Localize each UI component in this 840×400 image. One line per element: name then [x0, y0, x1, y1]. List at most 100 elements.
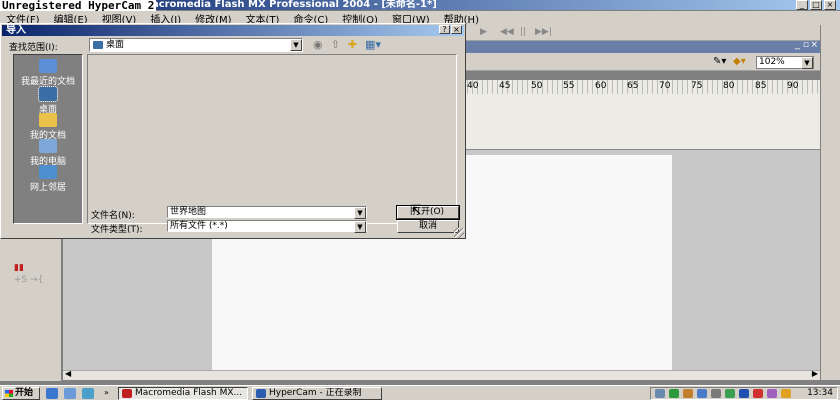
taskbar: 开始 » Macromedia Flash MX... HyperCam - 正…	[0, 385, 840, 400]
edit-symbol-icon[interactable]: ✎▾	[713, 56, 726, 67]
panel-restore-icon[interactable]: ▫	[803, 40, 809, 50]
tray-chat-icon[interactable]	[725, 389, 735, 398]
tool-icon[interactable]: ▮▮	[14, 263, 24, 273]
place-recent[interactable]: 我最近的文档	[14, 59, 82, 87]
my-documents-icon	[39, 113, 57, 127]
play-icon[interactable]: ▶	[480, 27, 487, 37]
task-label: Macromedia Flash MX...	[135, 388, 243, 398]
ruler-number: 80	[723, 81, 735, 91]
dialog-title-bar: 导入	[2, 25, 464, 36]
start-button[interactable]: 开始	[2, 387, 40, 400]
tray-ime-icon[interactable]	[767, 389, 777, 398]
ruler-number: 65	[627, 81, 639, 91]
look-in-label: 查找范围(I):	[9, 43, 58, 53]
view-menu-icon[interactable]: ▦▾	[365, 38, 381, 51]
start-label: 开始	[15, 388, 34, 398]
tray-security-icon[interactable]	[669, 389, 679, 398]
chevron-down-icon: ▼	[354, 221, 366, 233]
network-places-icon	[39, 165, 57, 179]
scroll-left-icon[interactable]: ◀	[65, 369, 71, 378]
quick-launch-media-icon[interactable]	[82, 388, 94, 399]
file-name-value: 世界地图	[170, 207, 207, 217]
open-button[interactable]: 打开(O)	[396, 205, 460, 220]
task-hypercam[interactable]: HyperCam - 正在录制	[252, 387, 382, 400]
resize-grip[interactable]	[454, 228, 464, 238]
new-folder-icon[interactable]: ✚	[348, 38, 357, 51]
windows-logo-icon	[5, 390, 13, 397]
help-button[interactable]: ?	[439, 25, 450, 34]
step-back-icon[interactable]: ◀◀	[500, 27, 514, 37]
horizontal-scrollbar[interactable]: ◀ ▶	[63, 369, 820, 380]
taskbar-separator: »	[104, 388, 109, 397]
place-my-documents[interactable]: 我的文档	[14, 113, 82, 141]
system-tray: 13:34	[650, 387, 838, 400]
quick-launch-desktop-icon[interactable]	[64, 388, 76, 399]
ruler-number: 90	[787, 81, 799, 91]
ruler-number: 40	[467, 81, 479, 91]
import-dialog: 导入 ? × 查找范围(I): 桌面 ▼ ◉ ⇧ ✚ ▦▾ 我最近的文档 桌面 …	[0, 23, 466, 239]
tray-app-icon[interactable]	[683, 389, 693, 398]
task-flash[interactable]: Macromedia Flash MX...	[118, 387, 248, 400]
flash-icon	[122, 389, 132, 398]
window-controls: _ □ ×	[796, 0, 836, 10]
file-name-input[interactable]: 世界地图 ▼	[167, 206, 367, 219]
file-type-label: 文件类型(T):	[91, 225, 143, 235]
pause-icon[interactable]: ||	[520, 27, 526, 37]
panel-close-icon[interactable]: ×	[810, 40, 818, 50]
edit-scene-icon[interactable]: ◆▾	[733, 56, 746, 67]
quick-launch-ie-icon[interactable]	[46, 388, 58, 399]
file-type-select[interactable]: 所有文件 (*.*) ▼	[167, 220, 367, 233]
dialog-nav-tools: ◉ ⇧ ✚ ▦▾	[313, 38, 381, 51]
hypercam-watermark: Unregistered HyperCam 2	[0, 0, 157, 12]
tray-antivirus-icon[interactable]	[753, 389, 763, 398]
ruler-number: 75	[691, 81, 703, 91]
timeline-ruler: 40 45 50 55 60 65 70 75 80 85 90	[463, 80, 820, 94]
ruler-number: 45	[499, 81, 511, 91]
look-in-value: 桌面	[106, 40, 125, 50]
back-icon[interactable]: ◉	[313, 38, 323, 51]
tray-update-icon[interactable]	[781, 389, 791, 398]
tray-recording-icon[interactable]	[739, 389, 749, 398]
tray-network-icon[interactable]	[655, 389, 665, 398]
desktop-icon	[93, 41, 103, 49]
dialog-title: 导入	[6, 25, 26, 36]
snap-icon[interactable]: +S →{	[14, 275, 43, 285]
step-forward-icon[interactable]: ▶▶|	[535, 27, 552, 37]
recent-documents-icon	[39, 59, 57, 73]
file-type-value: 所有文件 (*.*)	[170, 221, 228, 231]
file-list[interactable]	[87, 54, 457, 224]
taskbar-clock: 13:34	[807, 388, 833, 398]
ruler-number: 60	[595, 81, 607, 91]
dialog-close-button[interactable]: ×	[451, 25, 462, 34]
mouse-cursor-icon: ⇱	[410, 203, 422, 219]
cancel-button[interactable]: 取消	[397, 220, 459, 233]
ruler-number: 70	[659, 81, 671, 91]
tray-display-icon[interactable]	[697, 389, 707, 398]
zoom-value: 102%	[759, 57, 785, 67]
desktop-icon	[38, 86, 58, 102]
dialog-controls: ? ×	[439, 25, 462, 34]
ruler-number: 50	[531, 81, 543, 91]
place-desktop[interactable]: 桌面	[14, 86, 82, 115]
ruler-number: 55	[563, 81, 575, 91]
close-button[interactable]: ×	[824, 0, 836, 10]
hypercam-icon	[256, 389, 266, 398]
up-folder-icon[interactable]: ⇧	[331, 38, 340, 51]
vertical-scrollbar[interactable]	[820, 25, 840, 380]
chevron-down-icon: ▼	[290, 39, 302, 51]
scroll-right-icon[interactable]: ▶	[812, 369, 818, 378]
file-name-label: 文件名(N):	[91, 211, 135, 221]
minimize-button[interactable]: _	[796, 0, 808, 10]
panel-minimize-icon[interactable]: _	[795, 39, 800, 50]
zoom-select[interactable]: 102% ▼	[756, 56, 814, 69]
chevron-down-icon: ▼	[354, 207, 366, 219]
look-in-select[interactable]: 桌面 ▼	[89, 38, 303, 52]
place-network[interactable]: 网上邻居	[14, 165, 82, 193]
my-computer-icon	[39, 139, 57, 153]
tray-volume-icon[interactable]	[711, 389, 721, 398]
ruler-number: 85	[755, 81, 767, 91]
panel-header: _ ▫ ×	[463, 39, 820, 53]
maximize-button[interactable]: □	[810, 0, 822, 10]
chevron-down-icon: ▼	[801, 57, 813, 69]
place-my-computer[interactable]: 我的电脑	[14, 139, 82, 167]
